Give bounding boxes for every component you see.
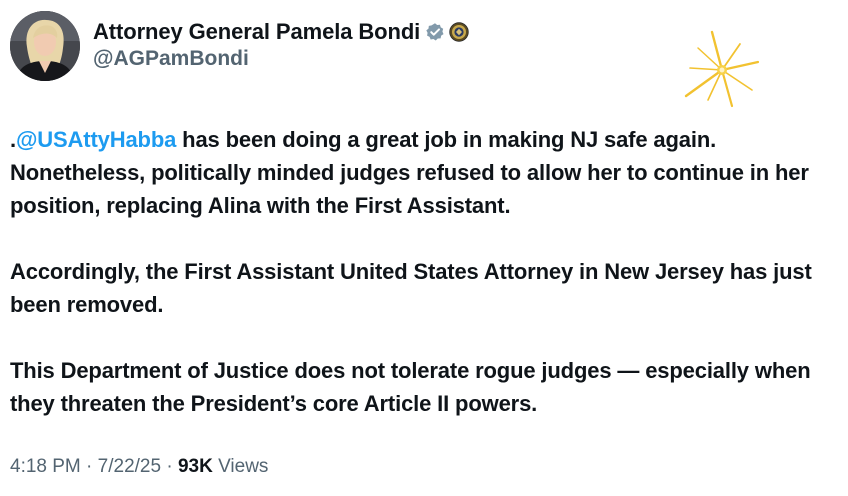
tweet-time[interactable]: 4:18 PM: [10, 456, 81, 477]
meta-separator: ·: [80, 456, 98, 477]
tweet-text: .@USAttyHabba has been doing a great job…: [10, 123, 840, 420]
avatar[interactable]: [10, 11, 80, 81]
sparkle-icon: [684, 30, 760, 108]
avatar-photo: [10, 11, 80, 81]
author-handle[interactable]: @AGPamBondi: [93, 47, 249, 71]
author-name-row: Attorney General Pamela Bondi: [93, 18, 469, 46]
tweet-date[interactable]: 7/22/25: [98, 456, 161, 477]
mention-link[interactable]: @USAttyHabba: [16, 127, 176, 152]
meta-separator: ·: [161, 456, 178, 477]
tweet-metadata: 4:18 PM · 7/22/25 · 93K Views: [10, 456, 268, 478]
tweet-paragraph: This Department of Justice does not tole…: [10, 358, 811, 416]
views-count[interactable]: 93K: [178, 456, 213, 477]
doj-seal-icon[interactable]: [449, 22, 469, 42]
views-label: Views: [212, 456, 269, 477]
tweet-card: Attorney General Pamela Bondi @AGPamBond…: [0, 0, 848, 496]
author-display-name[interactable]: Attorney General Pamela Bondi: [93, 19, 420, 45]
tweet-paragraph: Accordingly, the First Assistant United …: [10, 259, 812, 317]
verified-badge-icon[interactable]: [425, 22, 445, 42]
tweet-paragraph: .@USAttyHabba has been doing a great job…: [10, 123, 840, 222]
